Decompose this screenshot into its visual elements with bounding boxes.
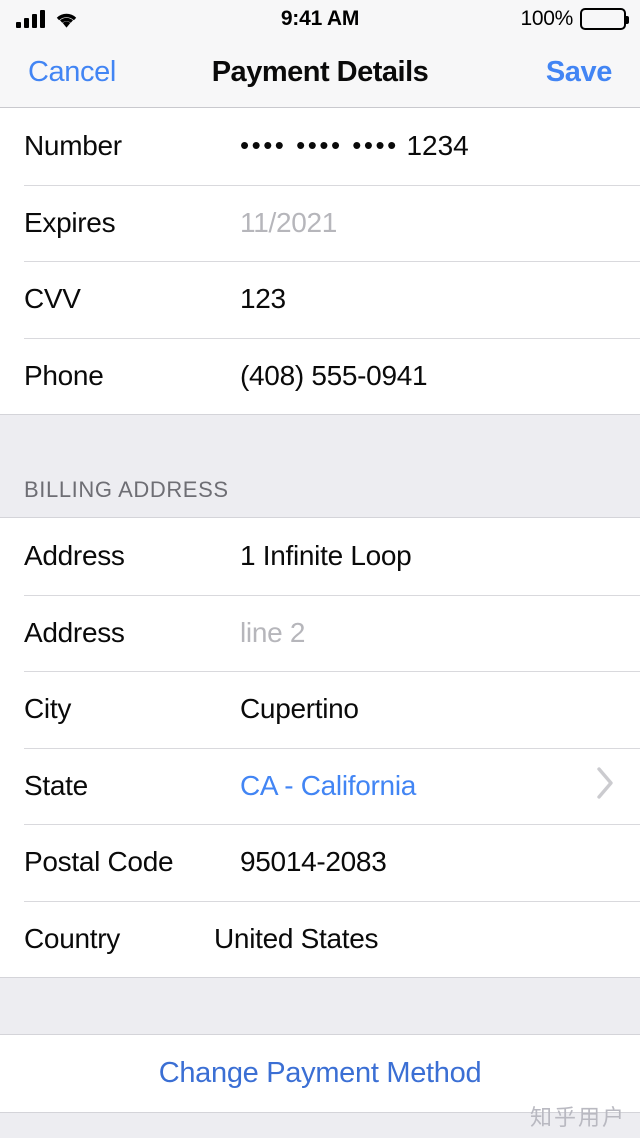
card-details-section: Number •••• •••• •••• 1234 Expires 11/20…	[0, 108, 640, 414]
row-label-address-1: Address	[24, 540, 125, 572]
row-label-city: City	[24, 693, 72, 725]
change-payment-method-label: Change Payment Method	[158, 1057, 482, 1089]
cancel-button[interactable]: Cancel	[28, 56, 116, 89]
row-label-postal-code: Postal Code	[24, 846, 174, 878]
payment-details-screen: 9:41 AM 100% Cancel Payment Details Save…	[0, 0, 640, 1138]
section-gap	[0, 977, 640, 1035]
country-value[interactable]: United States	[192, 923, 379, 955]
state-value[interactable]: CA - California	[218, 770, 416, 802]
phone-input[interactable]: (408) 555-0941	[218, 360, 428, 392]
row-label-cvv: CVV	[24, 283, 81, 315]
row-address-line1[interactable]: Address 1 Infinite Loop	[0, 518, 640, 595]
save-button[interactable]: Save	[546, 56, 613, 89]
row-label-expires: Expires	[24, 206, 116, 238]
cellular-signal-icon	[16, 9, 45, 28]
status-bar: 9:41 AM 100%	[0, 0, 640, 38]
row-phone[interactable]: Phone (408) 555-0941	[0, 337, 640, 414]
row-city[interactable]: City Cupertino	[0, 671, 640, 748]
status-bar-right: 100%	[520, 7, 629, 31]
expires-input[interactable]: 11/2021	[218, 207, 337, 239]
address-line1-input[interactable]: 1 Infinite Loop	[218, 540, 412, 572]
row-state[interactable]: State CA - California	[0, 747, 640, 824]
row-label-state: State	[24, 769, 88, 801]
wifi-icon	[54, 10, 79, 29]
city-input[interactable]: Cupertino	[218, 693, 359, 725]
card-number-last4: 1234	[406, 130, 469, 162]
bottom-area: 知乎用户	[0, 1105, 640, 1138]
row-expires[interactable]: Expires 11/2021	[0, 184, 640, 261]
address-line2-input[interactable]: line 2	[218, 617, 305, 649]
row-label-phone: Phone	[24, 359, 104, 391]
battery-full-icon	[580, 8, 629, 30]
navigation-bar: Cancel Payment Details Save	[0, 38, 640, 108]
status-bar-left	[16, 9, 79, 29]
row-card-number[interactable]: Number •••• •••• •••• 1234	[0, 108, 640, 185]
watermark-label: 知乎用户	[529, 1105, 626, 1130]
row-label-address-2: Address	[24, 616, 125, 648]
chevron-right-icon	[596, 766, 616, 805]
row-postal-code[interactable]: Postal Code 95014-2083	[0, 824, 640, 901]
cvv-input[interactable]: 123	[218, 283, 286, 315]
card-number-value[interactable]: •••• •••• •••• 1234	[218, 130, 469, 162]
row-label-number: Number	[24, 130, 122, 162]
card-number-masked: •••• •••• ••••	[240, 130, 399, 161]
billing-address-header-label: BILLING ADDRESS	[24, 477, 229, 502]
postal-code-input[interactable]: 95014-2083	[218, 846, 387, 878]
billing-address-section-header: BILLING ADDRESS	[0, 414, 640, 518]
row-cvv[interactable]: CVV 123	[0, 261, 640, 338]
row-label-country: Country	[24, 922, 120, 954]
billing-address-section: Address 1 Infinite Loop Address line 2 C…	[0, 518, 640, 977]
row-address-line2[interactable]: Address line 2	[0, 594, 640, 671]
row-country[interactable]: Country United States	[0, 900, 640, 977]
battery-percent-label: 100%	[520, 7, 573, 30]
